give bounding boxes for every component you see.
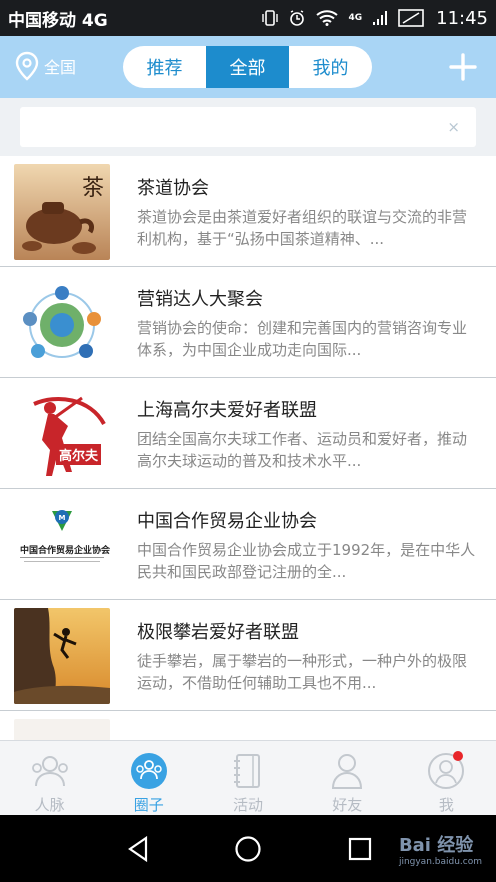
list-item[interactable]: M 中国合作贸易企业协会 中国合作贸易企业协会 中国合作贸易企业协会成立于199… (0, 489, 496, 600)
tab-events[interactable]: 活动 (198, 741, 297, 815)
friend-icon (327, 751, 367, 790)
region-selector[interactable]: 全国 (14, 51, 76, 81)
group-thumbnail-golf: 高尔夫 (14, 386, 110, 482)
signal-icon (373, 11, 388, 25)
top-header: 全国 推荐 全部 我的 (0, 36, 496, 98)
thumb-caption: 中国合作贸易企业协会 (20, 546, 110, 556)
tab-label: 好友 (332, 796, 363, 814)
tab-label: 圈子 (133, 796, 164, 814)
home-circle-icon[interactable] (234, 835, 262, 863)
tab-label: 我 (438, 796, 454, 814)
list-item[interactable]: 茶 茶道协会 茶道协会是由茶道爱好者组织的联谊与交流的非营利机构，基于“弘扬中国… (0, 156, 496, 267)
circle-group-icon (129, 751, 169, 790)
thumb-caption: 茶 (82, 176, 105, 201)
system-nav-bar: Bai 经验 jingyan.baidu.com (0, 815, 496, 882)
group-description: 徒手攀岩，属于攀岩的一种形式，一种户外的极限运动，不借助任何辅助工具也不用... (137, 652, 468, 692)
tab-me[interactable]: 我 (397, 741, 496, 815)
add-plus-icon[interactable] (446, 50, 480, 84)
group-list: 茶 茶道协会 茶道协会是由茶道爱好者组织的联谊与交流的非营利机构，基于“弘扬中国… (0, 156, 496, 740)
svg-text:M: M (59, 514, 66, 522)
group-description: 茶道协会是由茶道爱好者组织的联谊与交流的非营利机构，基于“弘扬中国茶道精神、..… (137, 208, 468, 248)
group-description: 营销协会的使命：创建和完善国内的营销咨询专业体系，为中国企业成功走向国际... (137, 319, 468, 359)
watermark-sub: jingyan.baidu.com (398, 857, 482, 867)
location-pin-icon (15, 51, 39, 81)
group-thumbnail-trade: M 中国合作贸易企业协会 (14, 497, 110, 593)
clear-icon[interactable]: × (447, 118, 460, 136)
clock-time: 11:45 (436, 7, 488, 29)
tab-contacts[interactable]: 人脉 (0, 741, 99, 815)
search-bar: × (0, 98, 496, 156)
group-title: 中国合作贸易企业协会 (137, 511, 317, 532)
marketing-diagram-icon (14, 275, 110, 371)
tab-circles[interactable]: 圈子 (99, 741, 198, 815)
notification-badge (452, 751, 463, 761)
notebook-icon (228, 751, 268, 790)
back-triangle-icon[interactable] (124, 835, 152, 863)
group-thumbnail (14, 719, 110, 740)
vibrate-icon (262, 10, 279, 26)
baidu-jingyan-watermark: Bai 经验 jingyan.baidu.com (399, 831, 482, 867)
status-bar: 中国移动 4G 4G 11:45 (0, 0, 496, 36)
group-title: 茶道协会 (137, 178, 209, 199)
tab-label: 活动 (233, 796, 264, 814)
group-title: 极限攀岩爱好者联盟 (137, 622, 299, 643)
status-right: 4G 11:45 (262, 8, 488, 29)
category-segmented-control: 推荐 全部 我的 (123, 46, 372, 88)
recents-square-icon[interactable] (346, 835, 374, 863)
list-item[interactable] (0, 711, 496, 740)
region-label: 全国 (44, 58, 77, 77)
thumb-caption: 高尔夫 (56, 444, 102, 465)
list-item[interactable]: 极限攀岩爱好者联盟 徒手攀岩，属于攀岩的一种形式，一种户外的极限运动，不借助任何… (0, 600, 496, 711)
group-thumbnail-marketing (14, 275, 110, 371)
wifi-icon (316, 10, 339, 26)
group-description: 中国合作贸易企业协会成立于1992年，是在中华人民共和国民政部登记注册的全... (137, 541, 476, 581)
contacts-icon (30, 751, 70, 790)
watermark-main: Bai 经验 (398, 835, 474, 856)
group-title: 上海高尔夫爱好者联盟 (137, 400, 317, 421)
status-icons: 4G (262, 9, 424, 27)
group-thumbnail-climbing (14, 608, 110, 704)
group-thumbnail-tea: 茶 (14, 164, 110, 260)
list-item[interactable]: 高尔夫 上海高尔夫爱好者联盟 团结全国高尔夫球工作者、运动员和爱好者，推动高尔夫… (0, 378, 496, 489)
search-input[interactable] (20, 107, 476, 147)
list-item[interactable]: 营销达人大聚会 营销协会的使命：创建和完善国内的营销咨询专业体系，为中国企业成功… (0, 267, 496, 378)
tab-all[interactable]: 全部 (206, 46, 289, 88)
app-screen: 中国移动 4G 4G 11:45 全国 推荐 全部 我的 × 茶 茶道协会 茶道… (0, 0, 496, 882)
carrier-label: 中国移动 4G (8, 10, 108, 31)
bottom-tab-bar: 人脉 圈子 活动 好友 我 (0, 740, 496, 815)
no-sim-icon (398, 9, 424, 27)
group-description: 团结全国高尔夫球工作者、运动员和爱好者，推动高尔夫球运动的普及和技术水平... (137, 430, 468, 470)
tab-label: 人脉 (34, 796, 65, 814)
tab-mine[interactable]: 我的 (289, 46, 372, 88)
group-title: 营销达人大聚会 (137, 289, 263, 310)
tab-recommended[interactable]: 推荐 (123, 46, 206, 88)
tab-friends[interactable]: 好友 (298, 741, 397, 815)
rock-climber-icon (14, 608, 110, 704)
golfer-icon (14, 386, 110, 482)
network-badge: 4G (348, 13, 363, 23)
alarm-icon (290, 10, 305, 26)
